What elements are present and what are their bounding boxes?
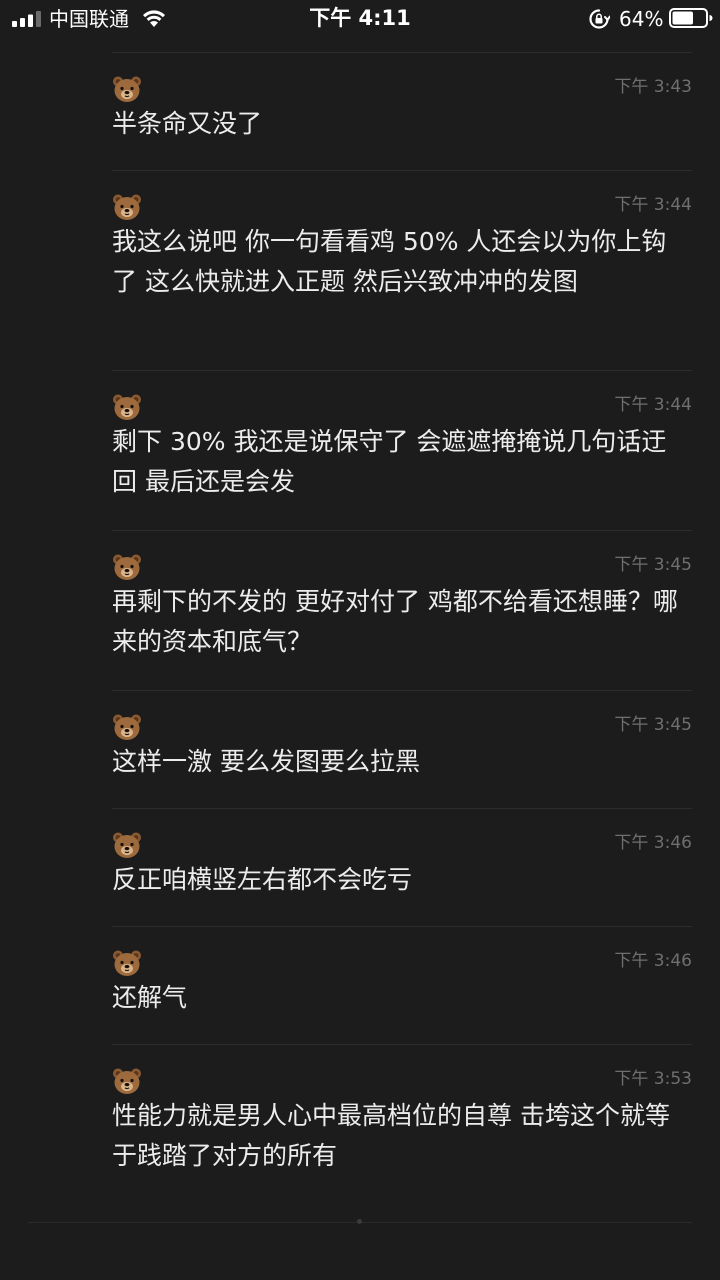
message-text: 这样一激 要么发图要么拉黑 xyxy=(112,747,420,776)
message-text: 再剩下的不发的 更好对付了 鸡都不给看还想睡？哪来的资本和底气？ xyxy=(112,587,678,656)
message-time: 下午 3:45 xyxy=(614,555,692,575)
bear-face-icon xyxy=(113,832,141,858)
bear-face-icon xyxy=(113,1068,141,1094)
scroll-indicator-dot xyxy=(357,1219,362,1224)
battery-icon xyxy=(669,8,713,28)
message-item[interactable]: 下午 3:44 我这么说吧 你一句看看鸡 50% 人还会以为你上钩了 这么快就进… xyxy=(112,170,692,370)
status-bar: 中国联通 下午 4:11 64% xyxy=(0,0,720,40)
bear-face-icon xyxy=(113,714,141,740)
message-time: 下午 3:46 xyxy=(614,833,692,853)
message-time: 下午 3:53 xyxy=(614,1069,692,1089)
bear-face-icon xyxy=(113,394,141,420)
message-list[interactable]: 下午 3:43 半条命又没了 下午 3:44 我这么说吧 你一句看看鸡 50% … xyxy=(0,52,720,1204)
orientation-lock-icon xyxy=(589,9,610,29)
message-time: 下午 3:44 xyxy=(614,395,692,415)
message-item[interactable]: 下午 3:46 反正咱横竖左右都不会吃亏 xyxy=(112,808,692,926)
bear-face-icon xyxy=(113,76,141,102)
message-time: 下午 3:43 xyxy=(614,77,692,97)
message-text: 反正咱横竖左右都不会吃亏 xyxy=(112,865,413,894)
clock: 下午 4:11 xyxy=(309,6,411,30)
bear-face-icon xyxy=(113,950,141,976)
message-time: 下午 3:45 xyxy=(614,715,692,735)
message-item[interactable]: 下午 3:44 剩下 30% 我还是说保守了 会遮遮掩掩说几句话迂回 最后还是会… xyxy=(112,370,692,530)
message-time: 下午 3:46 xyxy=(614,951,692,971)
message-item[interactable]: 下午 3:43 半条命又没了 xyxy=(112,52,692,170)
message-text: 剩下 30% 我还是说保守了 会遮遮掩掩说几句话迂回 最后还是会发 xyxy=(112,427,667,496)
message-text: 我这么说吧 你一句看看鸡 50% 人还会以为你上钩了 这么快就进入正题 然后兴致… xyxy=(112,227,667,296)
message-time: 下午 3:44 xyxy=(614,195,692,215)
message-text: 性能力就是男人心中最高档位的自尊 击垮这个就等于践踏了对方的所有 xyxy=(112,1101,670,1170)
message-text: 还解气 xyxy=(112,983,188,1012)
bear-face-icon xyxy=(113,554,141,580)
bear-face-icon xyxy=(113,194,141,220)
message-item[interactable]: 下午 3:46 还解气 xyxy=(112,926,692,1044)
battery-percent: 64% xyxy=(619,7,664,31)
message-item[interactable]: 下午 3:45 这样一激 要么发图要么拉黑 xyxy=(112,690,692,808)
chat-screen: 中国联通 下午 4:11 64% 下午 3:43 半条命又没了 下午 3:44 … xyxy=(0,0,720,1280)
message-item[interactable]: 下午 3:45 再剩下的不发的 更好对付了 鸡都不给看还想睡？哪来的资本和底气？ xyxy=(112,530,692,690)
message-item[interactable]: 下午 3:53 性能力就是男人心中最高档位的自尊 击垮这个就等于践踏了对方的所有 xyxy=(112,1044,692,1204)
message-text: 半条命又没了 xyxy=(112,109,263,138)
